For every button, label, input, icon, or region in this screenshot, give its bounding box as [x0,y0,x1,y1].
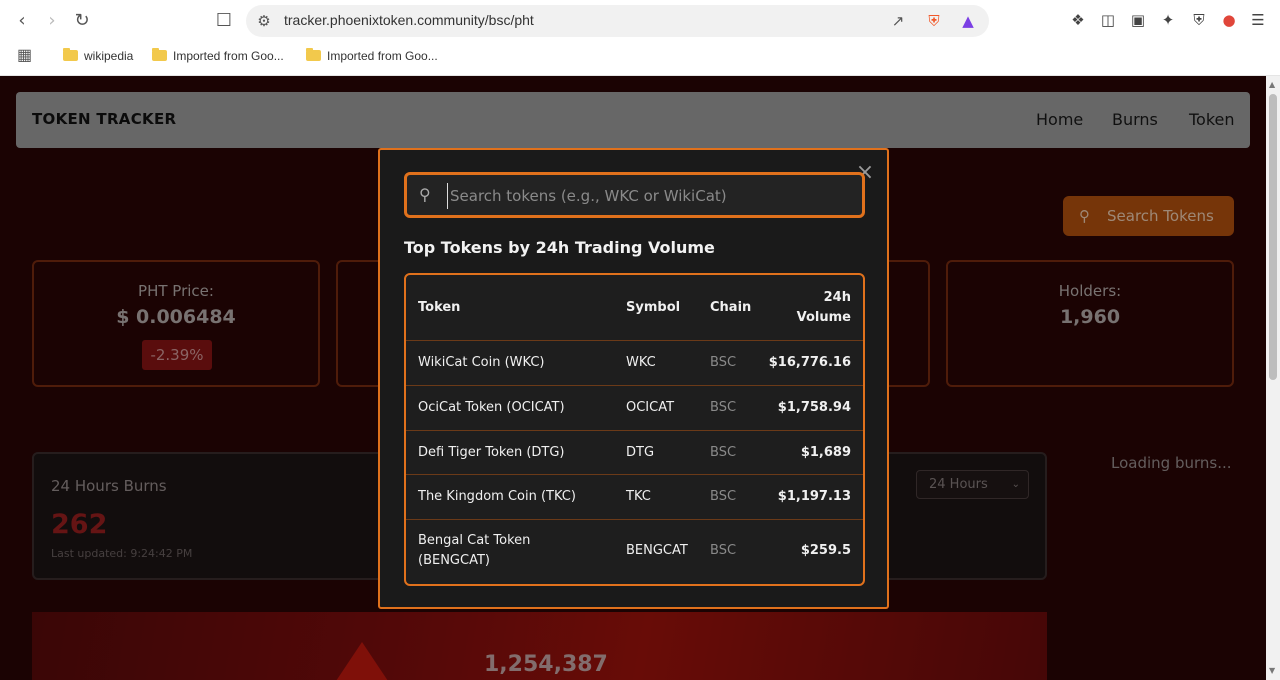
token-name: Defi Tiger Token (DTG) [418,445,565,460]
token-chain: BSC [710,400,737,415]
token-volume: $1,758.94 [777,400,851,415]
ai-icon[interactable]: ✦ [1158,10,1178,30]
scroll-up-icon[interactable]: ▲ [1269,80,1275,89]
back-icon[interactable]: ‹ [10,9,34,33]
token-chain: BSC [710,543,737,558]
table-row[interactable]: WikiCat Coin (WKC) WKC BSC $16,776.16 [406,341,863,386]
apps-icon[interactable]: ▦ [17,47,32,65]
column-chain: Chain [710,300,752,315]
token-volume: $16,776.16 [768,355,851,370]
wallet-icon[interactable]: ▣ [1128,10,1148,30]
token-chain: BSC [710,445,737,460]
token-name: WikiCat Coin (WKC) [418,355,545,370]
scroll-down-icon[interactable]: ▼ [1269,666,1275,675]
folder-icon [63,48,78,61]
token-chain: BSC [710,489,737,504]
search-input[interactable] [447,183,847,209]
sidebar-icon[interactable]: ◫ [1098,10,1118,30]
token-name: OciCat Token (OCICAT) [418,400,565,415]
token-volume: $259.5 [800,543,851,558]
top-tokens-table: Token Symbol Chain 24h Volume WikiCat Co… [404,273,865,586]
token-symbol: WKC [626,355,656,370]
extensions-icon[interactable]: ❖ [1068,10,1088,30]
table-row[interactable]: Defi Tiger Token (DTG) DTG BSC $1,689 [406,431,863,475]
forward-icon[interactable]: › [40,9,64,33]
modal-title: Top Tokens by 24h Trading Volume [404,238,715,257]
column-volume-line1: 24h [823,290,851,305]
page-content: TOKEN TRACKER Home Burns Token ⚲ Search … [0,76,1266,680]
token-symbol: TKC [626,489,651,504]
token-symbol: OCICAT [626,400,675,415]
token-symbol: BENGCAT [626,543,688,558]
token-name: The Kingdom Coin (TKC) [418,489,576,504]
menu-icon[interactable]: ☰ [1248,10,1268,30]
table-row[interactable]: OciCat Token (OCICAT) OCICAT BSC $1,758.… [406,386,863,431]
share-icon[interactable]: ↗ [888,11,908,31]
column-volume-line2: Volume [796,310,851,325]
column-token: Token [418,300,461,315]
vpn-icon[interactable]: ⛨ [1189,10,1209,30]
address-bar[interactable]: ⚙ tracker.phoenixtoken.community/bsc/pht… [246,5,989,37]
bookmarks-bar: ▦ wikipedia Imported from Goo... Importe… [0,42,1280,70]
token-volume: $1,689 [800,445,851,460]
profile-icon[interactable]: ● [1219,10,1239,30]
folder-icon [306,48,321,61]
token-name-line1: Bengal Cat Token [418,533,531,548]
scroll-thumb[interactable] [1269,94,1277,380]
column-symbol: Symbol [626,300,681,315]
token-search-modal: × ⚲ Top Tokens by 24h Trading Volume Tok… [378,148,889,609]
token-symbol: DTG [626,445,655,460]
token-name-line2: (BENGCAT) [418,553,490,568]
bookmark-imported-2[interactable]: Imported from Goo... [306,47,438,65]
brave-shield-icon[interactable]: ⛨ [924,11,944,31]
table-row[interactable]: Bengal Cat Token (BENGCAT) BENGCAT BSC $… [406,520,863,584]
reload-icon[interactable]: ↻ [70,9,94,33]
bookmark-icon[interactable]: ☐ [212,9,236,33]
browser-chrome: ‹ › ↻ ☐ ⚙ tracker.phoenixtoken.community… [0,0,1280,76]
browser-toolbar: ‹ › ↻ ☐ ⚙ tracker.phoenixtoken.community… [0,0,1280,42]
bookmark-wikipedia[interactable]: wikipedia [63,47,133,65]
table-header: Token Symbol Chain 24h Volume [406,275,863,341]
address-url[interactable]: tracker.phoenixtoken.community/bsc/pht [284,12,534,28]
search-icon: ⚲ [419,185,431,204]
site-settings-icon[interactable]: ⚙ [254,11,274,31]
table-row[interactable]: The Kingdom Coin (TKC) TKC BSC $1,197.13 [406,475,863,520]
token-chain: BSC [710,355,737,370]
folder-icon [152,48,167,61]
bookmark-imported-1[interactable]: Imported from Goo... [152,47,284,65]
token-volume: $1,197.13 [777,489,851,504]
page-scrollbar[interactable]: ▲ ▼ [1266,76,1280,680]
rewards-icon[interactable]: ▲ [958,11,978,31]
search-box[interactable]: ⚲ [404,172,865,218]
